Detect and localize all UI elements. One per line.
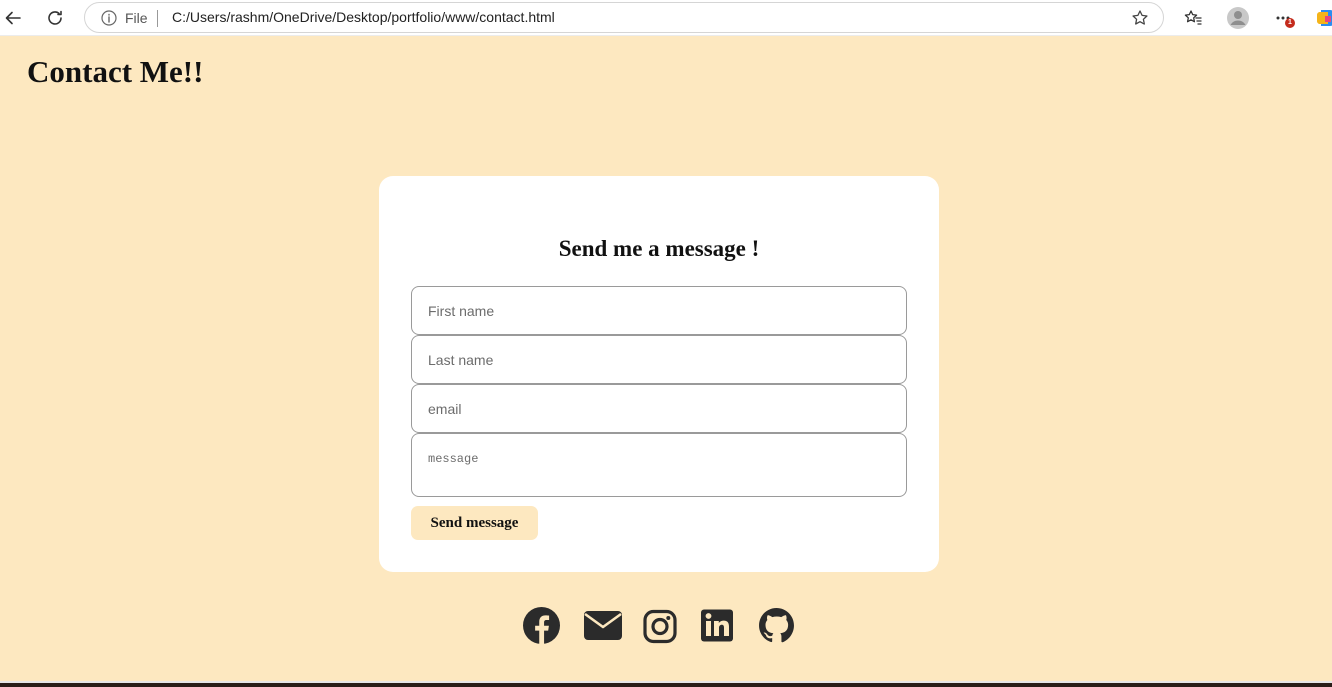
last-name-input[interactable]: Last name <box>411 335 907 384</box>
taskbar-edge <box>0 681 1332 687</box>
last-name-placeholder: Last name <box>428 352 494 368</box>
email-placeholder: email <box>428 401 462 417</box>
first-name-placeholder: First name <box>428 303 495 319</box>
github-icon[interactable] <box>758 607 795 644</box>
first-name-input[interactable]: First name <box>411 286 907 335</box>
mail-icon[interactable] <box>583 607 623 644</box>
linkedin-icon[interactable] <box>700 607 735 644</box>
address-divider <box>157 10 158 27</box>
copilot-icon <box>1317 10 1332 26</box>
facebook-icon[interactable] <box>523 607 560 644</box>
page-title: Contact Me!! <box>27 54 204 89</box>
instagram-icon[interactable] <box>643 607 677 644</box>
profile-button[interactable] <box>1226 6 1250 30</box>
email-input[interactable]: email <box>411 384 907 433</box>
url-text[interactable]: C:/Users/rashm/OneDrive/Desktop/portfoli… <box>172 9 555 25</box>
avatar-icon <box>1227 7 1249 29</box>
info-icon[interactable] <box>101 10 117 26</box>
star-icon[interactable] <box>1131 9 1149 27</box>
more-options-button[interactable]: 1 <box>1272 6 1296 30</box>
favorites-button[interactable] <box>1181 6 1205 30</box>
address-bar[interactable]: File C:/Users/rashm/OneDrive/Desktop/por… <box>84 2 1164 33</box>
browser-toolbar: File C:/Users/rashm/OneDrive/Desktop/por… <box>0 0 1332 36</box>
reload-button[interactable] <box>42 5 68 31</box>
contact-form-card: Send me a message ! First name Last name… <box>379 176 939 572</box>
arrow-left-icon <box>5 11 21 25</box>
send-message-button[interactable]: Send message <box>411 506 538 540</box>
back-button[interactable] <box>0 5 26 31</box>
copilot-button[interactable] <box>1314 6 1332 30</box>
message-placeholder: message <box>428 452 479 466</box>
message-textarea[interactable]: message <box>411 433 907 497</box>
form-heading: Send me a message ! <box>558 236 760 261</box>
reload-icon <box>48 10 62 25</box>
favorites-icon <box>1184 10 1202 25</box>
site-info-label[interactable]: File <box>125 10 148 26</box>
notification-badge: 1 <box>1285 18 1295 28</box>
